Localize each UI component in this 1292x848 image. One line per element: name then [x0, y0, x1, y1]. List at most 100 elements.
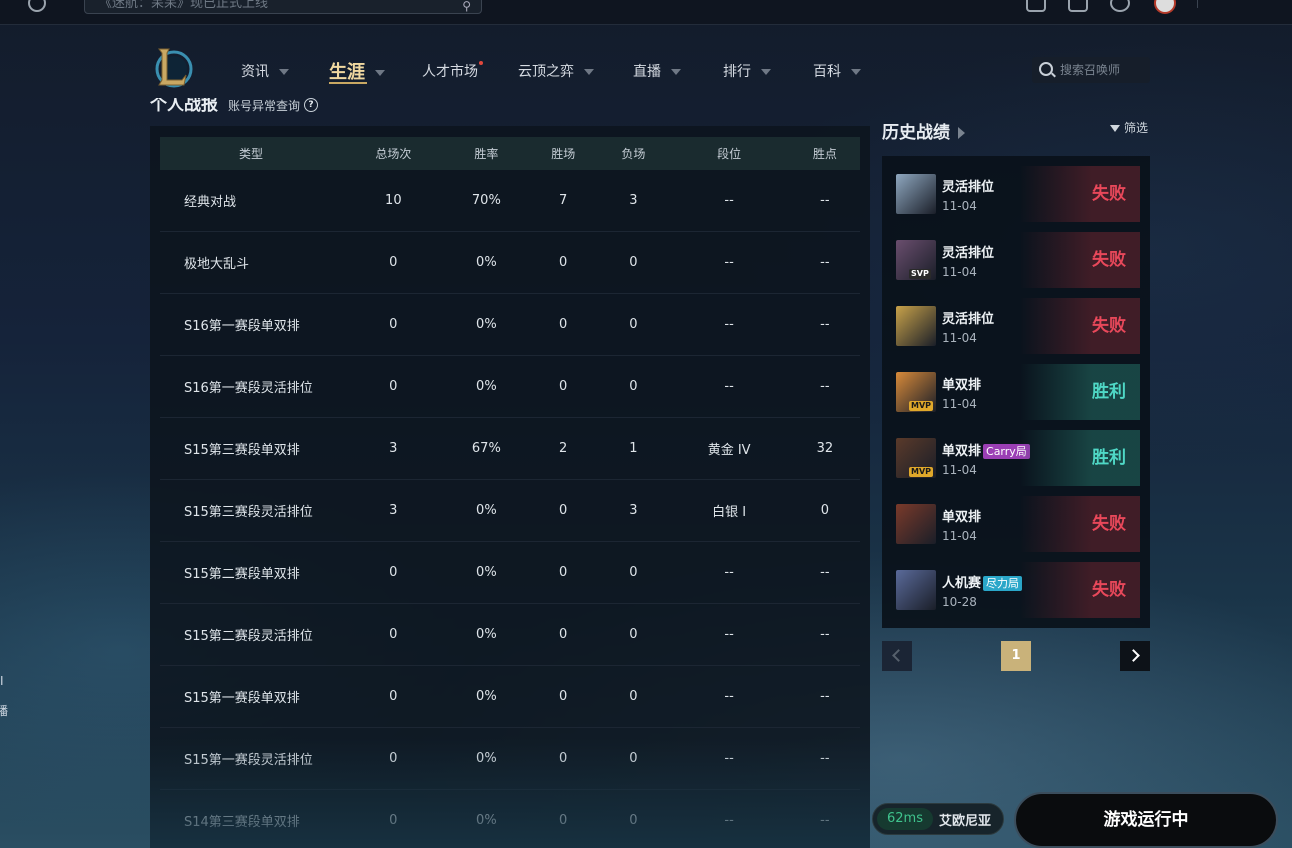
top-search-input[interactable]: 《迷航：呆呆》现已正式上线 ⚲ [84, 0, 482, 14]
table-row[interactable]: S15第二赛段单双排 0 0% 0 0 -- -- [160, 541, 860, 604]
match-item[interactable]: MVP 单双排 Carry局 11-04 胜利 [896, 430, 1140, 486]
table-cell: S15第一赛段单双排 [160, 665, 342, 728]
table-cell: 0 [528, 727, 599, 790]
table-cell: 0 [528, 479, 599, 542]
table-cell: -- [789, 541, 860, 604]
table-cell: 0% [444, 231, 529, 294]
server-name: 艾欧尼亚 [939, 814, 992, 829]
table-row[interactable]: S15第二赛段灵活排位 0 0% 0 0 -- -- [160, 603, 860, 666]
table-cell: -- [668, 603, 790, 666]
store-icon[interactable] [1026, 0, 1046, 12]
nav-talent-market[interactable]: 人才市场 [422, 61, 483, 81]
table-cell: 0% [444, 479, 529, 542]
table-cell: 0 [598, 727, 669, 790]
match-result: 失败 [1020, 298, 1140, 354]
table-row[interactable]: S15第一赛段灵活排位 0 0% 0 0 -- -- [160, 727, 860, 790]
table-cell: 3 [342, 417, 445, 480]
notification-dot [479, 61, 483, 65]
table-cell: 0 [598, 355, 669, 418]
match-mode-label: 单双排 [942, 378, 982, 393]
table-header-row: 类型 总场次 胜率 胜场 负场 段位 胜点 [160, 137, 860, 170]
table-cell: S14第三赛段单双排 [160, 789, 342, 848]
chevron-down-icon [671, 69, 681, 75]
table-row[interactable]: S15第三赛段灵活排位 3 0% 0 3 白银 Ⅰ0 [160, 479, 860, 542]
table-row[interactable]: S15第三赛段单双排 3 67% 2 1 黄金 IV 32 [160, 417, 860, 480]
table-cell: 0 [342, 727, 445, 790]
match-date: 11-04 [942, 397, 977, 411]
chevron-down-icon [584, 69, 594, 75]
server-status[interactable]: 62ms 艾欧尼亚 [872, 803, 1004, 835]
match-date: 11-04 [942, 265, 977, 279]
lol-logo-icon[interactable] [150, 44, 194, 92]
table-row[interactable]: S16第一赛段单双排 0 0% 0 0 -- -- [160, 293, 860, 356]
rank-table-body: 经典对战 10 70% 7 3 -- -- 极地大乱斗 0 0% 0 0 -- -- S16第一赛段单双排 0… [160, 170, 860, 848]
summoner-search-input[interactable]: 搜索召唤师 [1032, 57, 1150, 83]
account-check-link[interactable]: 账号异常查询 [228, 99, 300, 113]
table-cell: 0% [444, 789, 529, 848]
nav-ranking[interactable]: 排行 [723, 61, 771, 81]
ping-badge: 62ms [877, 808, 933, 830]
table-cell: 0 [342, 603, 445, 666]
next-page-button[interactable] [1120, 641, 1150, 671]
table-cell: S15第二赛段灵活排位 [160, 603, 342, 666]
table-row[interactable]: 极地大乱斗 0 0% 0 0 -- -- [160, 231, 860, 294]
champion-portrait [896, 306, 936, 346]
refresh-icon[interactable] [28, 0, 46, 12]
friends-icon[interactable] [1110, 0, 1130, 12]
table-cell: -- [668, 170, 790, 232]
nav-tft[interactable]: 云顶之弈 [518, 61, 594, 81]
table-row[interactable]: S15第一赛段单双排 0 0% 0 0 -- -- [160, 665, 860, 728]
table-cell: 0% [444, 727, 529, 790]
table-cell: 0 [342, 355, 445, 418]
column-header: 负场 [598, 137, 669, 170]
page-number-button[interactable]: 1 [1001, 641, 1031, 671]
match-item[interactable]: SVP 灵活排位 11-04 失败 [896, 232, 1140, 288]
avatar[interactable] [1154, 0, 1176, 14]
match-item[interactable]: 灵活排位 11-04 失败 [896, 298, 1140, 354]
table-cell: 0 [342, 541, 445, 604]
nav-wiki[interactable]: 百科 [813, 61, 861, 81]
table-cell: 白银 Ⅰ [668, 479, 790, 542]
history-title[interactable]: 历史战绩 [882, 118, 965, 143]
table-cell: 0 [528, 789, 599, 848]
table-row[interactable]: 经典对战 10 70% 7 3 -- -- [160, 170, 860, 232]
performance-badge: MVP [909, 467, 934, 477]
match-item[interactable]: 人机赛 尽力局 10-28 失败 [896, 562, 1140, 618]
table-cell: 0 [528, 603, 599, 666]
search-icon[interactable]: ⚲ [462, 0, 471, 17]
column-header: 段位 [668, 137, 790, 170]
prev-page-button[interactable] [882, 641, 912, 671]
nav-news[interactable]: 资讯 [241, 61, 289, 81]
champion-portrait [896, 570, 936, 610]
table-cell: -- [668, 231, 790, 294]
table-row[interactable]: S14第三赛段单双排 0 0% 0 0 -- -- [160, 789, 860, 848]
search-icon[interactable] [1039, 62, 1053, 76]
table-cell: S16第一赛段灵活排位 [160, 355, 342, 418]
filter-button[interactable]: 筛选 [1110, 119, 1148, 136]
match-item[interactable]: 灵活排位 11-04 失败 [896, 166, 1140, 222]
table-cell: -- [668, 293, 790, 356]
match-result: 失败 [1020, 562, 1140, 618]
table-row[interactable]: S16第一赛段灵活排位 0 0% 0 0 -- -- [160, 355, 860, 418]
table-cell: 1 [598, 417, 669, 480]
match-item[interactable]: 单双排 11-04 失败 [896, 496, 1140, 552]
table-cell: 3 [598, 479, 669, 542]
nav-wiki-label: 百科 [813, 64, 841, 80]
match-date: 11-04 [942, 529, 977, 543]
match-date: 10-28 [942, 595, 977, 609]
table-cell: -- [789, 293, 860, 356]
match-mode-label: 单双排 [942, 510, 982, 525]
help-icon[interactable]: ? [304, 98, 319, 112]
match-mode-label: 单双排 [942, 444, 982, 459]
message-icon[interactable] [1068, 0, 1088, 12]
table-cell: -- [668, 727, 790, 790]
game-running-button[interactable]: 游戏运行中 [1014, 792, 1278, 848]
active-tab-underline [329, 82, 367, 84]
champion-portrait [896, 174, 936, 214]
match-result: 胜利 [1020, 430, 1140, 486]
column-header: 总场次 [342, 137, 445, 170]
match-item[interactable]: MVP 单双排 11-04 胜利 [896, 364, 1140, 420]
nav-career[interactable]: 生涯 [329, 58, 385, 84]
chevron-down-icon [375, 70, 385, 76]
nav-live[interactable]: 直播 [633, 61, 681, 81]
